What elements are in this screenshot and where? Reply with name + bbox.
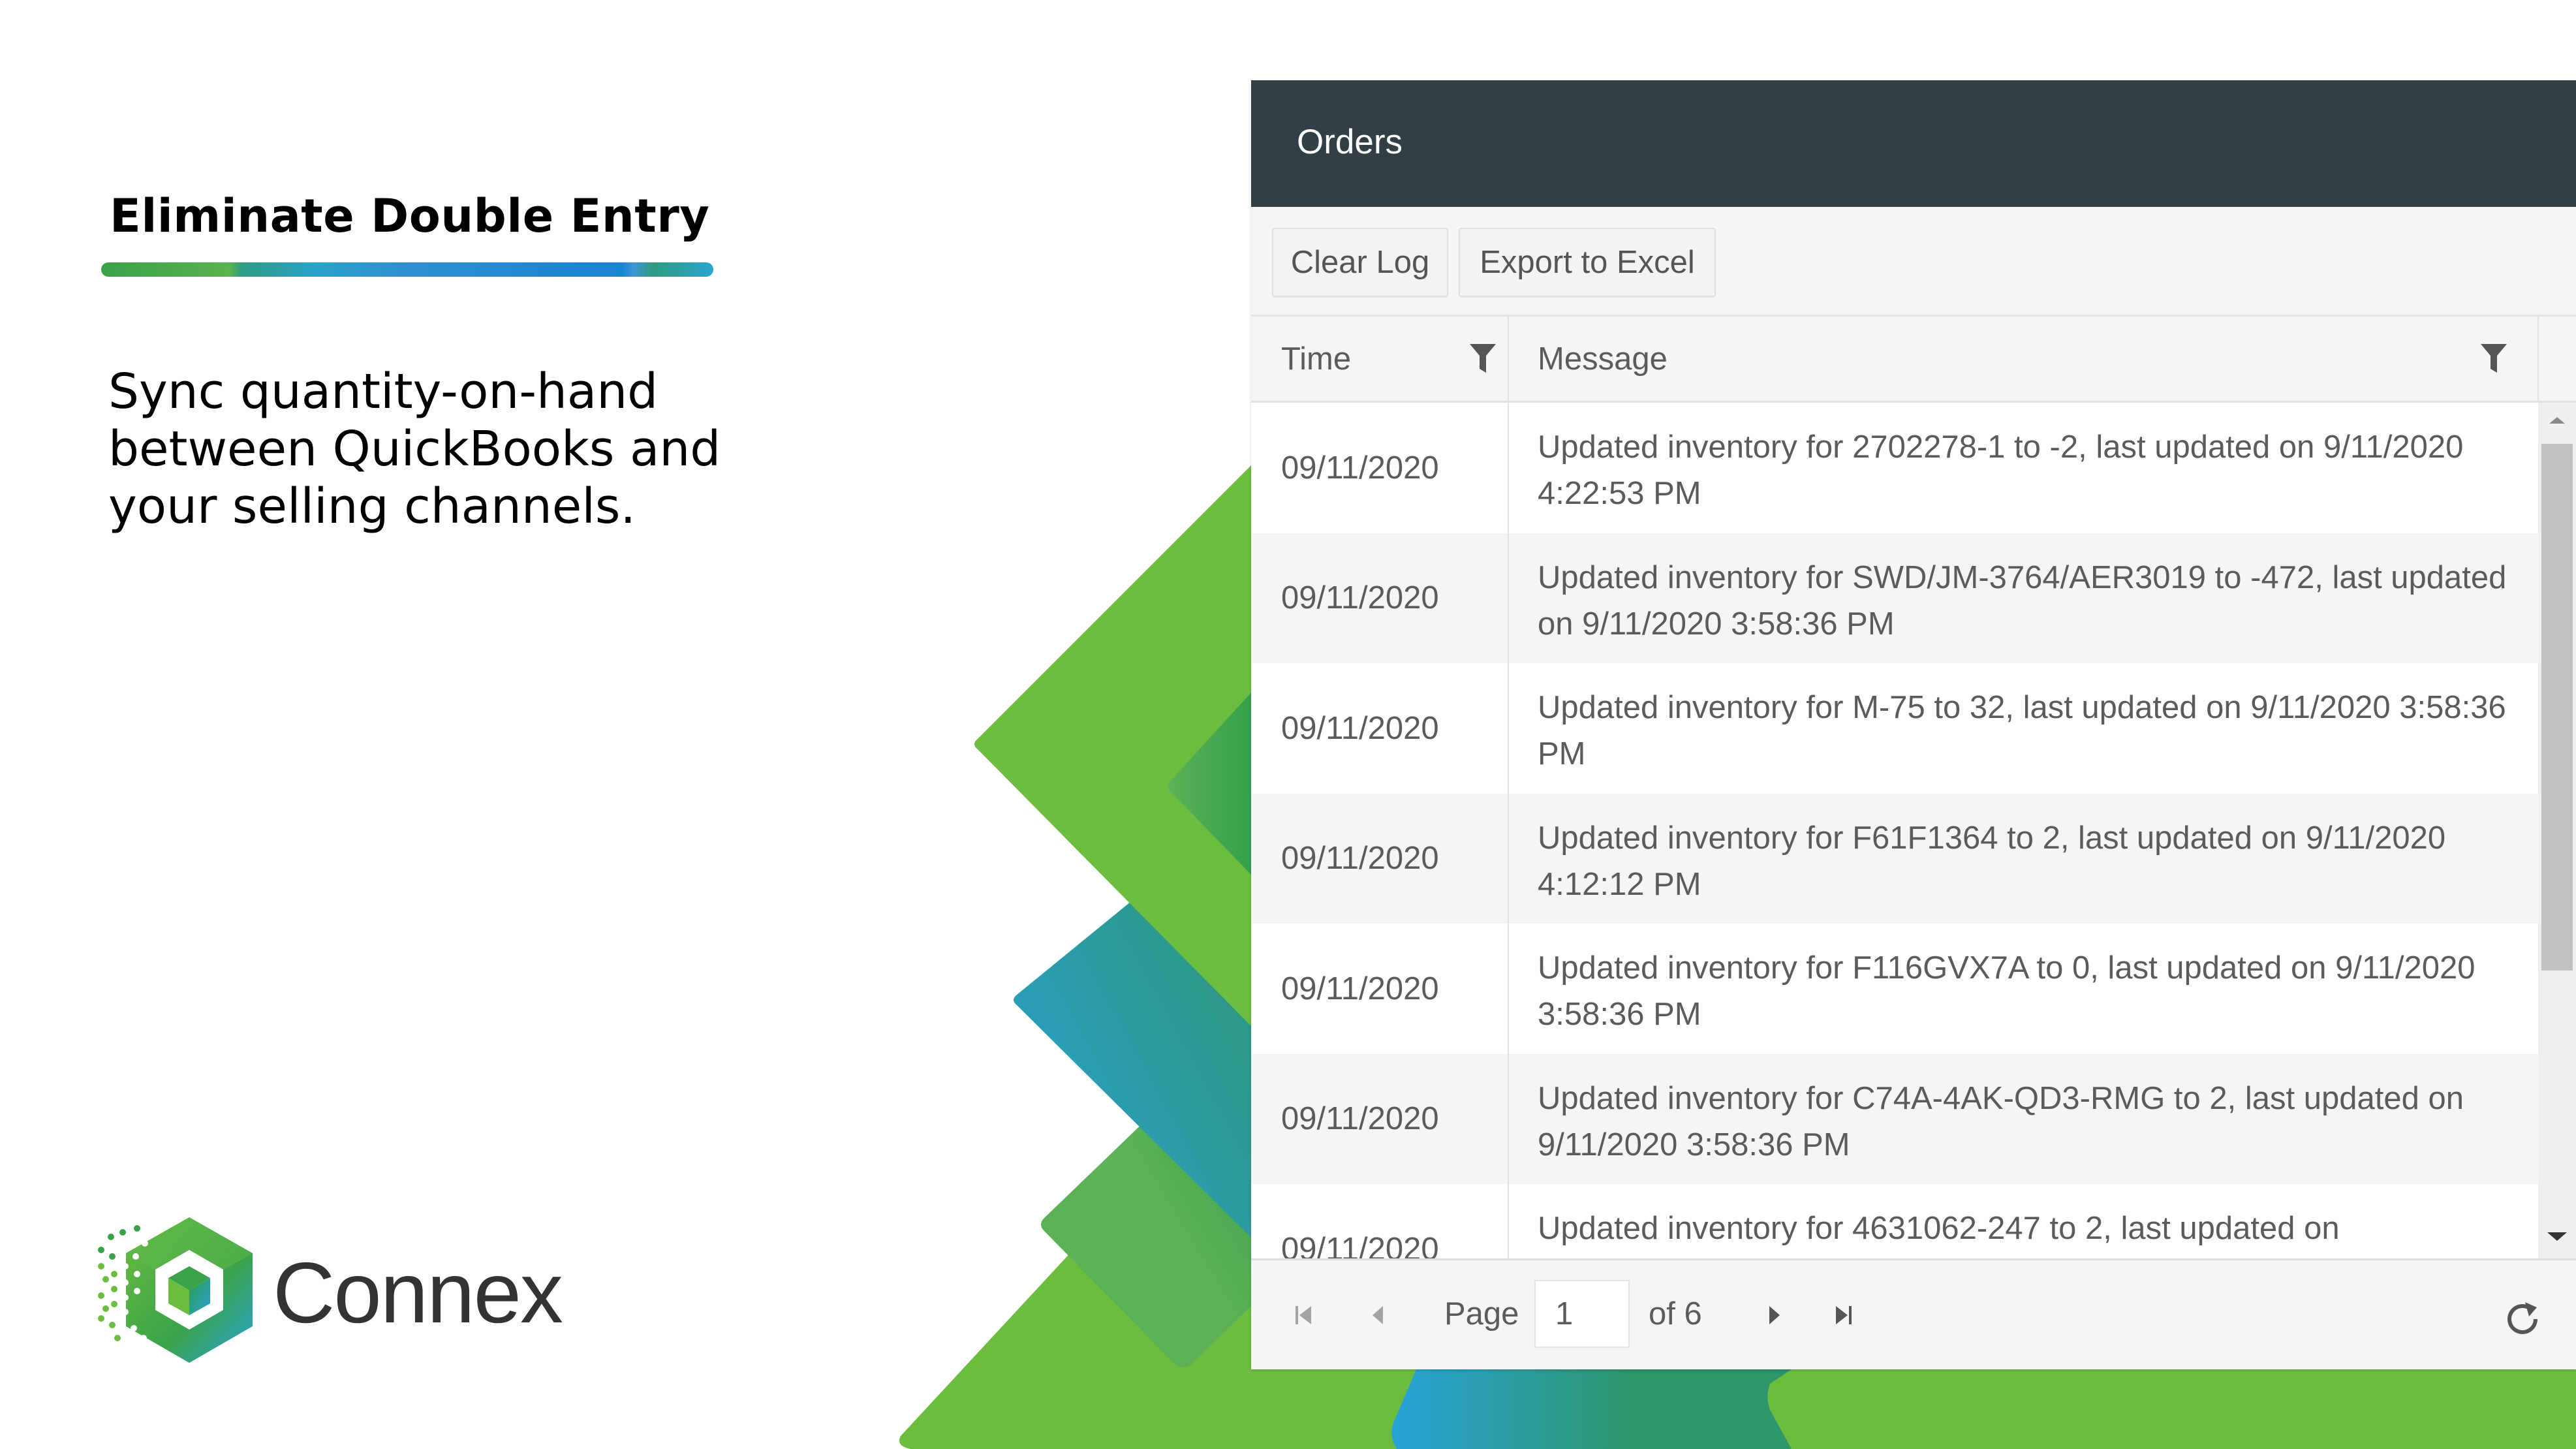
cell-time: 09/11/2020 — [1251, 793, 1509, 924]
cell-message: Updated inventory for C74A-4AK-QD3-RMG t… — [1538, 1080, 2464, 1162]
pager: Page of 6 — [1251, 1258, 2576, 1369]
page-number-input[interactable] — [1534, 1280, 1630, 1348]
column-header-message-label: Message — [1538, 341, 1668, 377]
next-page-icon[interactable] — [1764, 1303, 1785, 1327]
prev-page-icon[interactable] — [1367, 1303, 1388, 1327]
first-page-icon[interactable] — [1293, 1303, 1314, 1327]
cell-message: Updated inventory for F116GVX7A to 0, la… — [1538, 950, 2475, 1032]
cell-message: Updated inventory for 4631062-247 to 2, … — [1538, 1211, 2340, 1246]
cell-time: 09/11/2020 — [1251, 403, 1509, 533]
panel-header: Orders — [1251, 80, 2576, 207]
connex-logo-icon — [98, 1217, 253, 1363]
column-header-message[interactable]: Message — [1509, 317, 2539, 401]
scroll-down-arrow-icon[interactable] — [2547, 1232, 2567, 1241]
slide-body-text: Sync quantity-on-hand between QuickBooks… — [108, 364, 721, 535]
message-filter-funnel-icon[interactable] — [2479, 343, 2508, 374]
cell-message: Updated inventory for F61F1364 to 2, las… — [1538, 820, 2446, 902]
clear-log-button[interactable]: Clear Log — [1272, 228, 1448, 297]
logo-wordmark: Connex — [273, 1245, 563, 1341]
vertical-scrollbar[interactable] — [2538, 403, 2576, 1258]
last-page-icon[interactable] — [1833, 1303, 1854, 1327]
time-filter-funnel-icon[interactable] — [1468, 343, 1497, 374]
scroll-up-arrow-icon[interactable] — [2549, 417, 2565, 424]
table-row[interactable]: 09/11/2020 Updated inventory for C74A-4A… — [1251, 1053, 2538, 1184]
slide-title: Eliminate Double Entry — [110, 189, 710, 243]
cell-time: 09/11/2020 — [1251, 1053, 1509, 1184]
cell-time: 09/11/2020 — [1251, 924, 1509, 1054]
bg-shape-bottom-band — [1391, 1369, 1792, 1449]
table-row[interactable]: 09/11/2020 Updated inventory for 4631062… — [1251, 1184, 2538, 1258]
grid-body: 09/11/2020 Updated inventory for 2702278… — [1251, 403, 2538, 1258]
export-to-excel-button[interactable]: Export to Excel — [1459, 228, 1716, 297]
scrollbar-thumb[interactable] — [2541, 444, 2573, 971]
cell-time: 09/11/2020 — [1251, 533, 1509, 663]
column-header-time-label: Time — [1281, 341, 1352, 377]
page-label: Page — [1444, 1296, 1519, 1332]
title-underline — [101, 262, 713, 277]
page-count-label: of 6 — [1649, 1296, 1702, 1332]
table-row[interactable]: 09/11/2020 Updated inventory for F116GVX… — [1251, 924, 2538, 1054]
table-row[interactable]: 09/11/2020 Updated inventory for SWD/JM-… — [1251, 533, 2538, 663]
table-row[interactable]: 09/11/2020 Updated inventory for F61F136… — [1251, 793, 2538, 924]
cell-message: Updated inventory for M-75 to 32, last u… — [1538, 690, 2506, 771]
table-row[interactable]: 09/11/2020 Updated inventory for 2702278… — [1251, 403, 2538, 533]
table-row[interactable]: 09/11/2020 Updated inventory for M-75 to… — [1251, 663, 2538, 794]
cell-message: Updated inventory for SWD/JM-3764/AER301… — [1538, 559, 2507, 642]
cell-time: 09/11/2020 — [1251, 663, 1509, 794]
toolbar: Clear Log Export to Excel — [1251, 207, 2576, 317]
column-header-time[interactable]: Time — [1251, 317, 1509, 401]
grid-header: Time Message — [1251, 317, 2576, 403]
orders-panel: Orders Clear Log Export to Excel Time Me… — [1251, 80, 2576, 1369]
refresh-icon[interactable] — [2504, 1298, 2542, 1336]
panel-title: Orders — [1297, 123, 1403, 161]
cell-message: Updated inventory for 2702278-1 to -2, l… — [1538, 429, 2464, 511]
cell-time: 09/11/2020 — [1251, 1184, 1509, 1258]
